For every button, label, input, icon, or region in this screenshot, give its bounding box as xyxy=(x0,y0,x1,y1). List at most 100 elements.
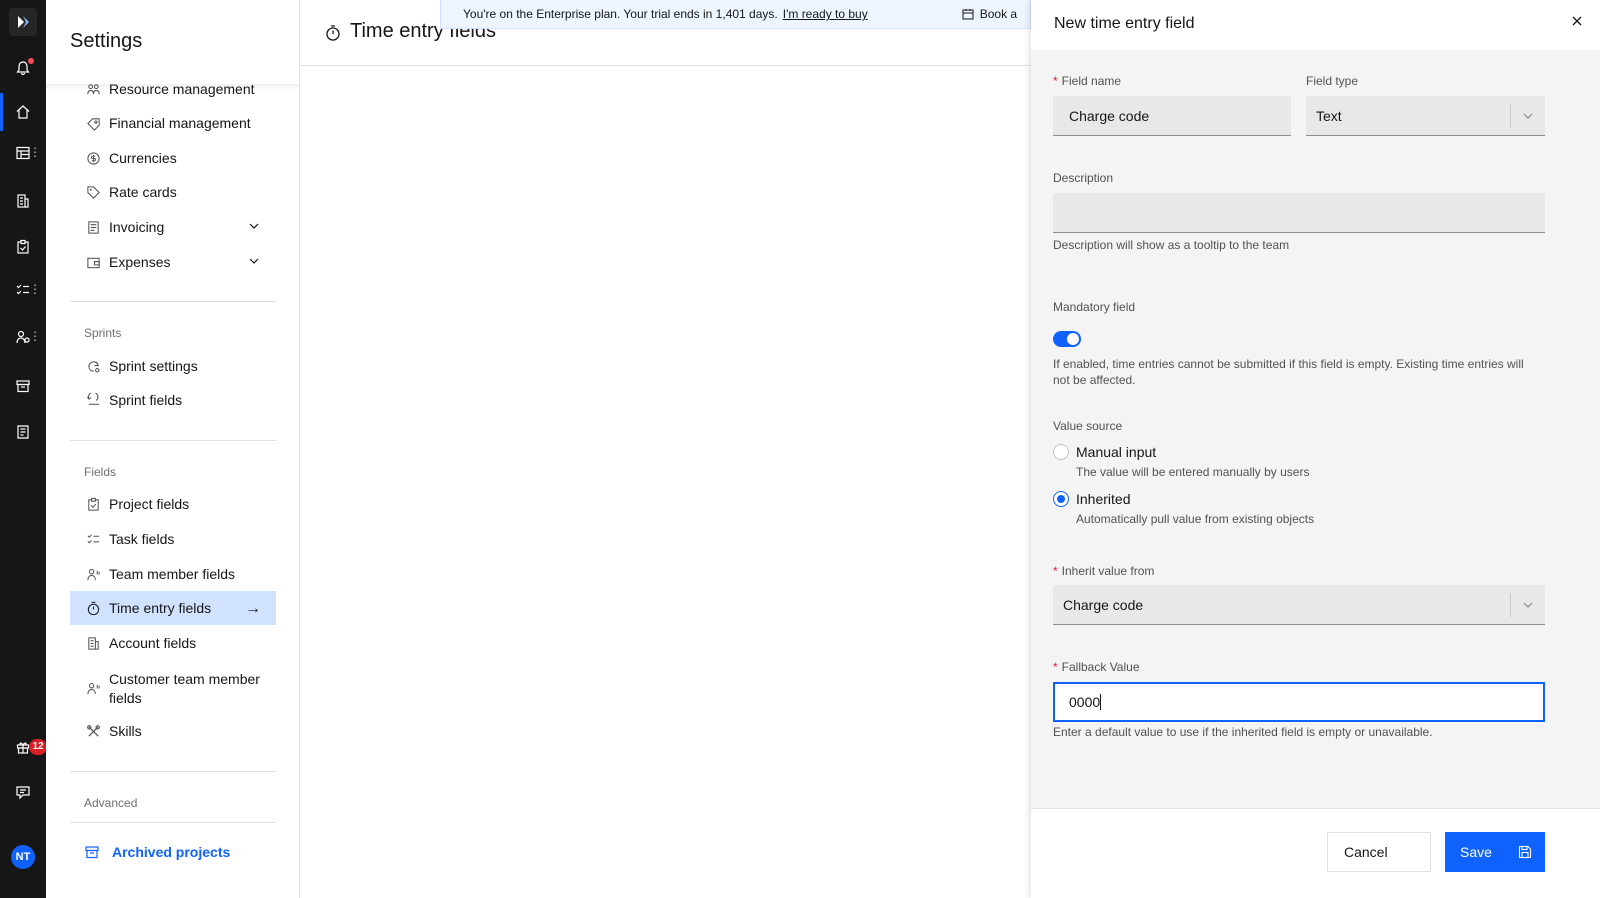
sidebar-item-label: Project fields xyxy=(109,496,190,512)
panel-title: New time entry field xyxy=(1054,15,1195,32)
stopwatch-icon xyxy=(326,25,340,41)
description-label: Description xyxy=(1053,171,1114,185)
archive-box-icon xyxy=(85,846,99,859)
clipboard-check-icon[interactable] xyxy=(0,233,46,261)
people-icon xyxy=(85,81,101,97)
sidebar-item-label: Sprint fields xyxy=(109,392,183,408)
currency-icon xyxy=(85,150,101,166)
notifications-bell-icon[interactable] xyxy=(0,54,46,82)
value-source-label: Value source xyxy=(1053,419,1123,433)
sidebar-item-project-fields[interactable]: Project fields xyxy=(70,487,276,521)
building-icon[interactable] xyxy=(0,187,46,215)
sprint-settings-icon xyxy=(85,358,101,374)
archive-box-icon[interactable] xyxy=(0,372,46,400)
more-dots-icon[interactable]: ⋮ xyxy=(29,146,41,158)
home-icon[interactable] xyxy=(0,98,46,126)
sidebar-item-label: Time entry fields xyxy=(109,600,212,616)
field-name-label: * Field name xyxy=(1053,74,1122,88)
sidebar-item-resource-management[interactable]: Resource management xyxy=(70,72,276,106)
sidebar-item-financial-management[interactable]: Financial management xyxy=(70,106,276,140)
sidebar-item-team-member-fields[interactable]: Team member fields xyxy=(70,557,276,591)
inherit-from-value: Charge code xyxy=(1063,596,1144,613)
chevron-down-icon xyxy=(1523,113,1533,119)
sidebar-item-label: Financial management xyxy=(109,115,251,131)
sidebar-item-label: Customer team member fields xyxy=(109,671,260,706)
sidebar-item-customer-team-member-fields[interactable]: Customer team member fields xyxy=(70,667,276,709)
task-list-icon[interactable]: ⋮ xyxy=(0,276,46,304)
inherited-desc: Automatically pull value from existing o… xyxy=(1076,512,1315,526)
clipboard-check-icon xyxy=(85,496,101,512)
field-name-input[interactable]: Charge code xyxy=(1053,96,1291,136)
team-member-icon xyxy=(85,566,101,582)
building-icon xyxy=(85,635,101,651)
sidebar-divider xyxy=(70,771,276,772)
description-input[interactable] xyxy=(1053,193,1545,233)
app-logo-icon[interactable] xyxy=(9,8,37,36)
save-button-label: Save xyxy=(1460,844,1492,860)
sidebar-item-account-fields[interactable]: Account fields xyxy=(70,626,276,660)
cancel-button[interactable]: Cancel xyxy=(1327,832,1431,872)
settings-sidebar: Settings Resource management Financial m… xyxy=(46,0,300,898)
grid-board-icon[interactable]: ⋮ xyxy=(0,139,46,167)
ready-to-buy-link[interactable]: I'm ready to buy xyxy=(783,7,868,21)
receipt-icon[interactable] xyxy=(0,418,46,446)
chevron-down-icon[interactable] xyxy=(248,220,260,232)
inherited-label[interactable]: Inherited xyxy=(1076,491,1130,507)
fallback-helper: Enter a default value to use if the inhe… xyxy=(1053,725,1433,739)
sidebar-item-rate-cards[interactable]: Rate cards xyxy=(70,175,276,209)
sidebar-item-label: Sprint settings xyxy=(109,358,198,374)
field-type-select[interactable]: Text xyxy=(1306,96,1545,136)
manual-input-desc: The value will be entered manually by us… xyxy=(1076,465,1310,479)
more-dots-icon[interactable]: ⋮ xyxy=(29,283,41,295)
toggle-knob xyxy=(1067,333,1079,345)
fallback-label: * Fallback Value xyxy=(1053,660,1140,674)
sidebar-item-label: Currencies xyxy=(109,150,177,166)
new-field-panel: New time entry field * Field name Charge … xyxy=(1031,0,1600,898)
sidebar-item-label: Rate cards xyxy=(109,184,177,200)
chevron-down-icon[interactable] xyxy=(248,255,260,267)
select-separator xyxy=(1510,593,1511,617)
save-button[interactable]: Save xyxy=(1445,832,1545,872)
field-type-value: Text xyxy=(1316,107,1342,124)
team-member-icon xyxy=(85,680,101,696)
chat-feedback-icon[interactable] xyxy=(0,778,46,806)
sidebar-item-skills[interactable]: Skills xyxy=(70,714,276,748)
finance-icon xyxy=(85,115,101,131)
sidebar-item-label: Skills xyxy=(109,723,142,739)
manual-input-radio[interactable] xyxy=(1053,444,1069,460)
mandatory-toggle[interactable] xyxy=(1053,331,1081,347)
calendar-icon xyxy=(962,9,974,20)
sidebar-item-task-fields[interactable]: Task fields xyxy=(70,522,276,556)
trial-banner-text: You're on the Enterprise plan. Your tria… xyxy=(463,7,778,21)
sidebar-item-label: Resource management xyxy=(109,81,255,97)
archived-projects-link[interactable]: Archived projects xyxy=(84,844,230,860)
inherit-from-select[interactable]: Charge code xyxy=(1053,585,1545,625)
sidebar-item-expenses[interactable]: Expenses xyxy=(70,245,276,279)
more-dots-icon[interactable]: ⋮ xyxy=(29,330,41,342)
team-user-icon[interactable]: ⋮ xyxy=(0,323,46,351)
inherited-radio[interactable] xyxy=(1053,491,1069,507)
sprint-fields-icon xyxy=(85,392,101,408)
user-avatar[interactable]: NT xyxy=(11,845,35,869)
close-icon[interactable] xyxy=(1570,14,1584,28)
sidebar-item-sprint-fields[interactable]: Sprint fields xyxy=(70,383,276,417)
section-label-fields: Fields xyxy=(84,465,117,479)
sidebar-item-label: Account fields xyxy=(109,635,197,651)
invoice-icon xyxy=(85,219,101,235)
sidebar-divider xyxy=(70,822,276,823)
mandatory-label: Mandatory field xyxy=(1053,300,1136,314)
fallback-value-input[interactable]: 0000 xyxy=(1053,682,1545,722)
select-separator xyxy=(1510,104,1511,128)
sidebar-item-sprint-settings[interactable]: Sprint settings xyxy=(70,349,276,383)
sidebar-item-invoicing[interactable]: Invoicing xyxy=(70,210,276,244)
main-content: Time entry fields xyxy=(300,0,1031,898)
trial-banner: You're on the Enterprise plan. Your tria… xyxy=(440,0,1031,29)
book-demo-link[interactable]: Book a xyxy=(962,7,1017,21)
section-label-sprints: Sprints xyxy=(84,326,122,340)
stopwatch-icon xyxy=(85,600,101,616)
manual-input-label[interactable]: Manual input xyxy=(1076,444,1156,460)
sidebar-item-currencies[interactable]: Currencies xyxy=(70,141,276,175)
sidebar-item-time-entry-fields[interactable]: Time entry fields → xyxy=(70,591,276,625)
description-helper: Description will show as a tooltip to th… xyxy=(1053,238,1290,252)
inherit-from-label: * Inherit value from xyxy=(1053,564,1155,578)
